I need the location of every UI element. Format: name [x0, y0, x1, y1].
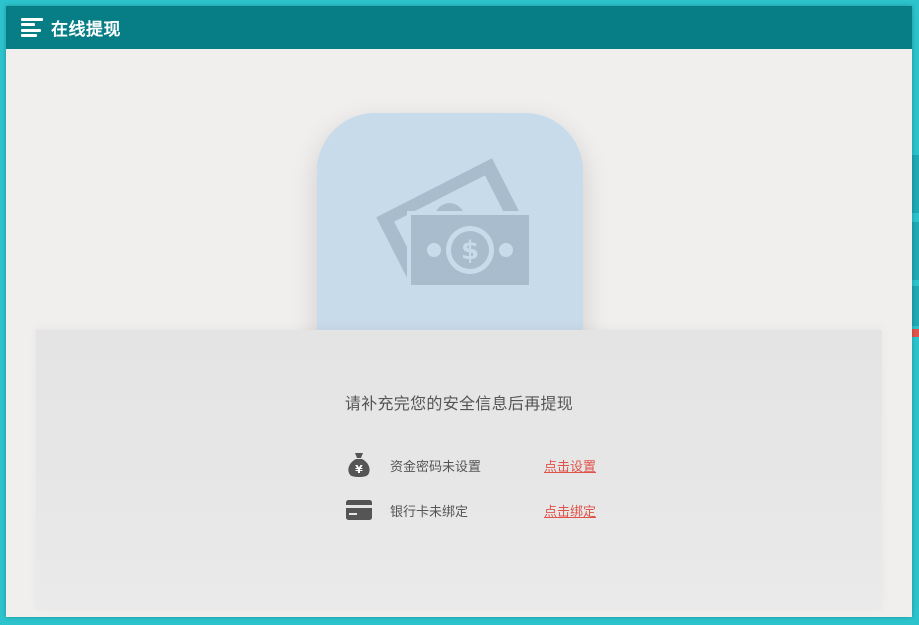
- svg-text:$: $: [461, 236, 479, 266]
- money-cash-icon: $: [376, 158, 533, 289]
- requirement-fund-password: ¥ 资金密码未设置 点击设置: [346, 451, 596, 479]
- dialog-title: 在线提现: [51, 20, 121, 40]
- requirement-bank-card: 银行卡未绑定 点击绑定: [346, 496, 596, 524]
- bind-bank-card-link[interactable]: 点击绑定: [544, 501, 596, 520]
- withdraw-dialog: 在线提现 $ 请补充完您的安全信息后再提现 ¥ 资金密码未设置 点击设置 银行卡…: [6, 6, 912, 617]
- background-page-strip: [911, 155, 919, 213]
- background-page-marker: [911, 329, 919, 337]
- dialog-body: $ 请补充完您的安全信息后再提现 ¥ 资金密码未设置 点击设置 银行卡未绑定 点…: [6, 49, 912, 617]
- svg-text:¥: ¥: [355, 463, 363, 476]
- set-fund-password-link[interactable]: 点击设置: [544, 456, 596, 475]
- menu-icon[interactable]: [21, 17, 43, 39]
- background-page-strip: [911, 222, 919, 280]
- dialog-header: 在线提现: [6, 6, 912, 49]
- money-bag-icon: ¥: [346, 452, 372, 478]
- security-info-panel: 请补充完您的安全信息后再提现 ¥ 资金密码未设置 点击设置 银行卡未绑定 点击绑…: [36, 330, 882, 610]
- requirement-label: 银行卡未绑定: [390, 504, 469, 520]
- credit-card-icon: [346, 497, 372, 523]
- requirement-label: 资金密码未设置: [390, 459, 482, 475]
- background-page-strip: [911, 286, 919, 326]
- security-notice: 请补充完您的安全信息后再提现: [344, 394, 574, 413]
